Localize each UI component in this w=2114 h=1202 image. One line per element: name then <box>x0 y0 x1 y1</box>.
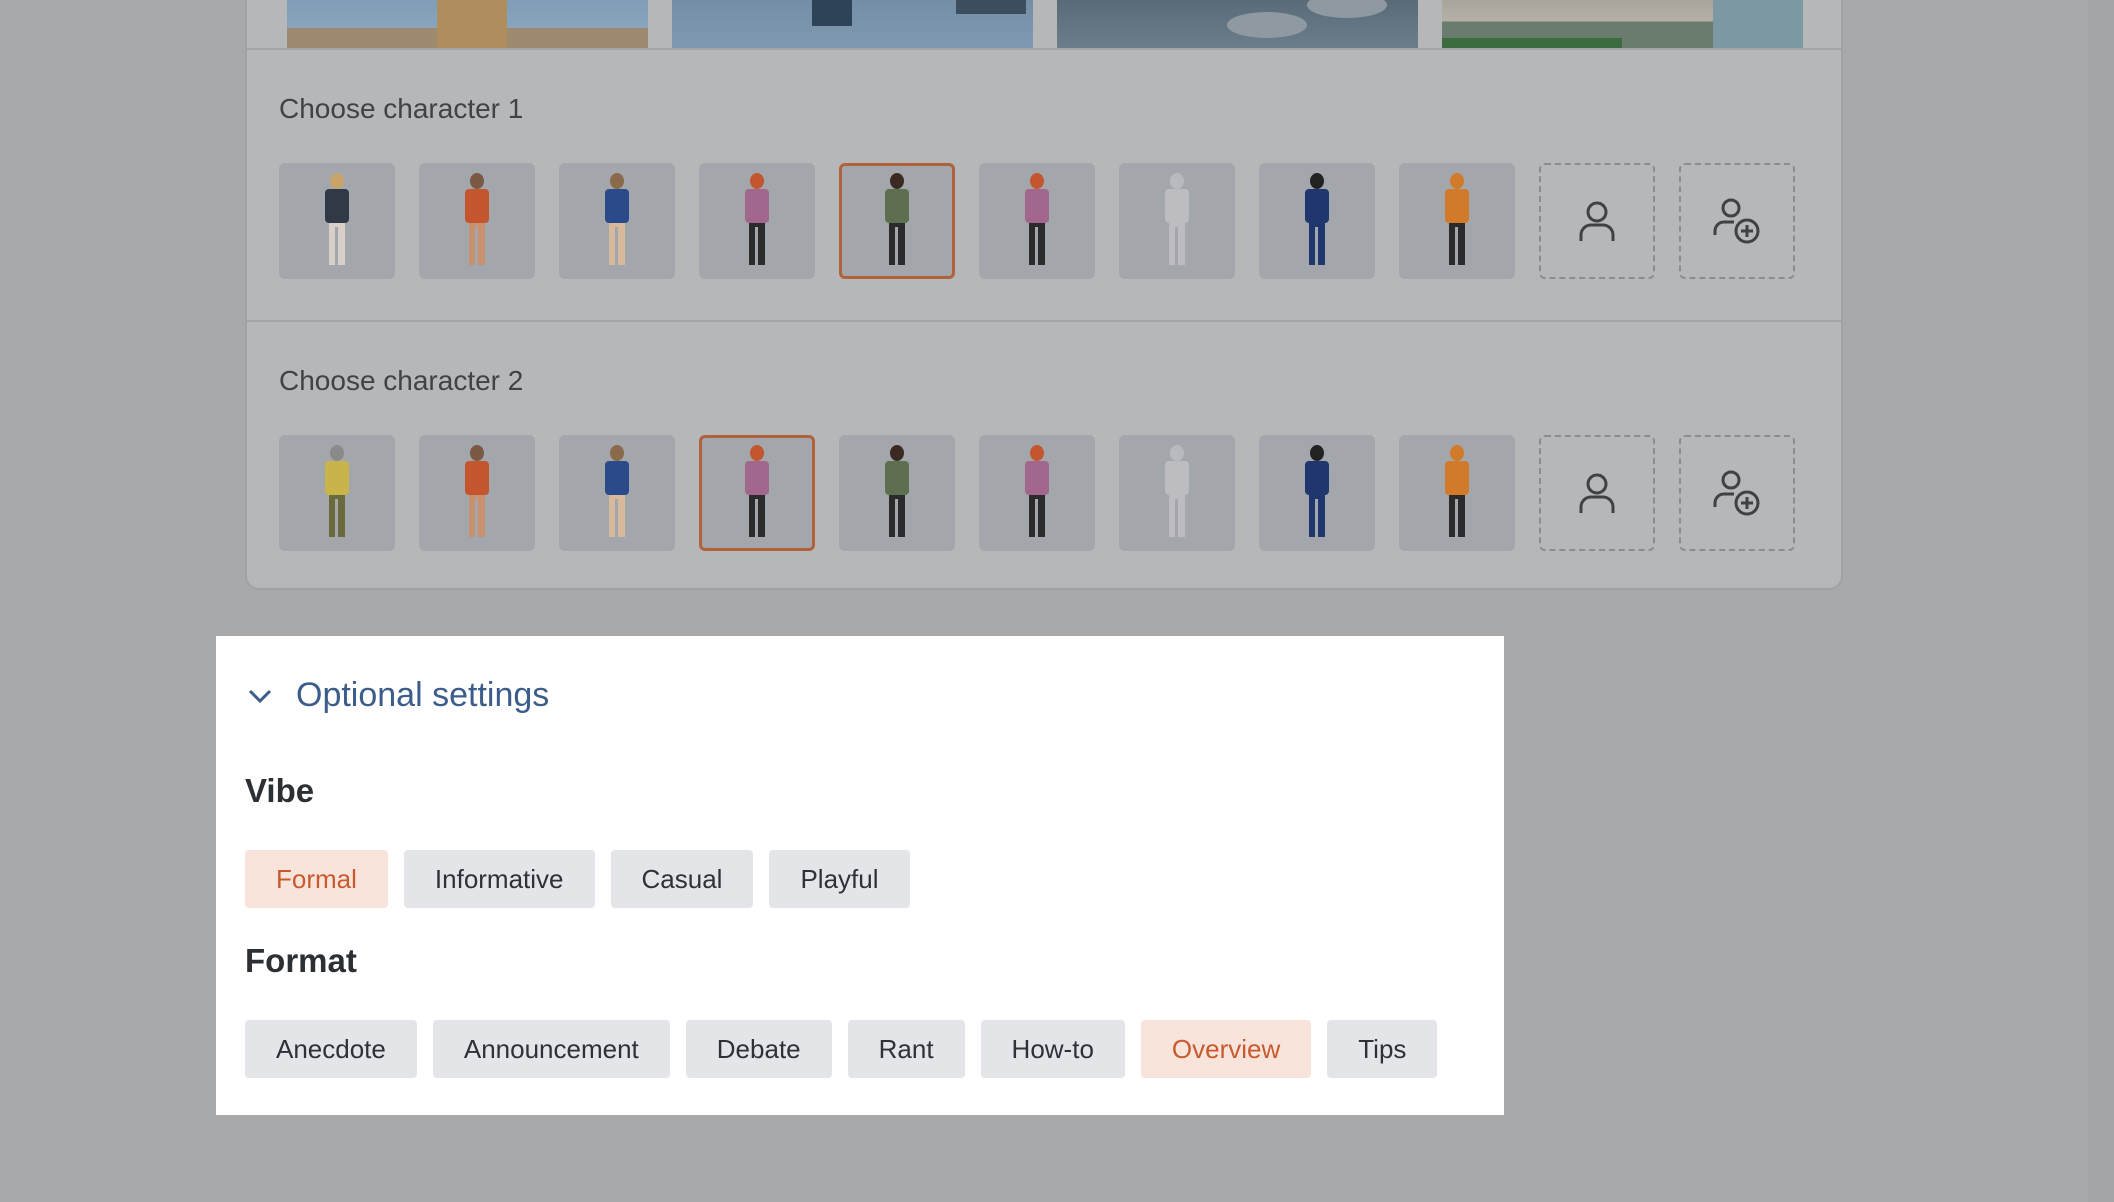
scene-thumbnail-campus[interactable] <box>287 0 648 48</box>
character-option[interactable] <box>559 163 675 279</box>
scene-thumbnail-office[interactable] <box>1442 0 1803 48</box>
optional-settings-toggle[interactable]: Optional settings <box>246 676 549 715</box>
vibe-chip-playful[interactable]: Playful <box>769 850 910 908</box>
scene-thumbnails <box>287 0 1803 48</box>
add-character-button[interactable] <box>1679 163 1795 279</box>
character-option[interactable] <box>1399 435 1515 551</box>
character-option[interactable] <box>1399 163 1515 279</box>
character-option[interactable] <box>1119 435 1235 551</box>
card-divider <box>247 48 1841 50</box>
format-chip-announcement[interactable]: Announcement <box>432 1020 670 1078</box>
character-selection-card: Choose character 1 Choose character 2 <box>245 0 1843 590</box>
chevron-down-icon <box>248 689 272 703</box>
character-2-label: Choose character 2 <box>279 365 524 396</box>
optional-settings-panel: Optional settings Vibe Formal Informativ… <box>216 636 1504 1115</box>
format-chip-rant[interactable]: Rant <box>847 1020 965 1078</box>
person-icon <box>1579 473 1615 513</box>
character-option[interactable] <box>559 435 675 551</box>
character-option[interactable] <box>419 435 535 551</box>
person-icon <box>1579 201 1615 241</box>
character-option[interactable] <box>979 163 1095 279</box>
default-avatar-option[interactable] <box>1539 163 1655 279</box>
character-option[interactable] <box>279 163 395 279</box>
character-option[interactable] <box>279 435 395 551</box>
person-add-icon <box>1713 470 1760 516</box>
vibe-heading: Vibe <box>245 772 315 809</box>
character-option-selected[interactable] <box>699 435 815 551</box>
page-scrollbar[interactable] <box>2088 0 2114 1202</box>
person-add-icon <box>1713 198 1760 244</box>
character-option-selected[interactable] <box>839 163 955 279</box>
format-heading: Format <box>245 942 357 979</box>
character-option[interactable] <box>1259 435 1375 551</box>
optional-settings-title: Optional settings <box>296 676 550 714</box>
card-divider <box>247 320 1841 322</box>
character-1-label: Choose character 1 <box>279 93 524 124</box>
format-chip-debate[interactable]: Debate <box>685 1020 832 1078</box>
character-option[interactable] <box>419 163 535 279</box>
character-1-options <box>279 163 1795 279</box>
character-option[interactable] <box>839 435 955 551</box>
format-chip-overview[interactable]: Overview <box>1140 1020 1312 1078</box>
vibe-options: Formal Informative Casual Playful <box>245 850 910 908</box>
scene-thumbnail-station[interactable] <box>672 0 1033 48</box>
character-option[interactable] <box>1119 163 1235 279</box>
add-character-button[interactable] <box>1679 435 1795 551</box>
character-2-options <box>279 435 1795 551</box>
format-chip-anecdote[interactable]: Anecdote <box>245 1020 417 1078</box>
format-chip-tips[interactable]: Tips <box>1327 1020 1438 1078</box>
format-chip-how-to[interactable]: How-to <box>980 1020 1125 1078</box>
scene-thumbnail-lounge[interactable] <box>1057 0 1418 48</box>
vibe-chip-formal[interactable]: Formal <box>245 850 388 908</box>
format-options: Anecdote Announcement Debate Rant How-to… <box>245 1020 1438 1078</box>
vibe-chip-casual[interactable]: Casual <box>610 850 754 908</box>
character-option[interactable] <box>979 435 1095 551</box>
character-option[interactable] <box>699 163 815 279</box>
default-avatar-option[interactable] <box>1539 435 1655 551</box>
character-option[interactable] <box>1259 163 1375 279</box>
vibe-chip-informative[interactable]: Informative <box>403 850 595 908</box>
